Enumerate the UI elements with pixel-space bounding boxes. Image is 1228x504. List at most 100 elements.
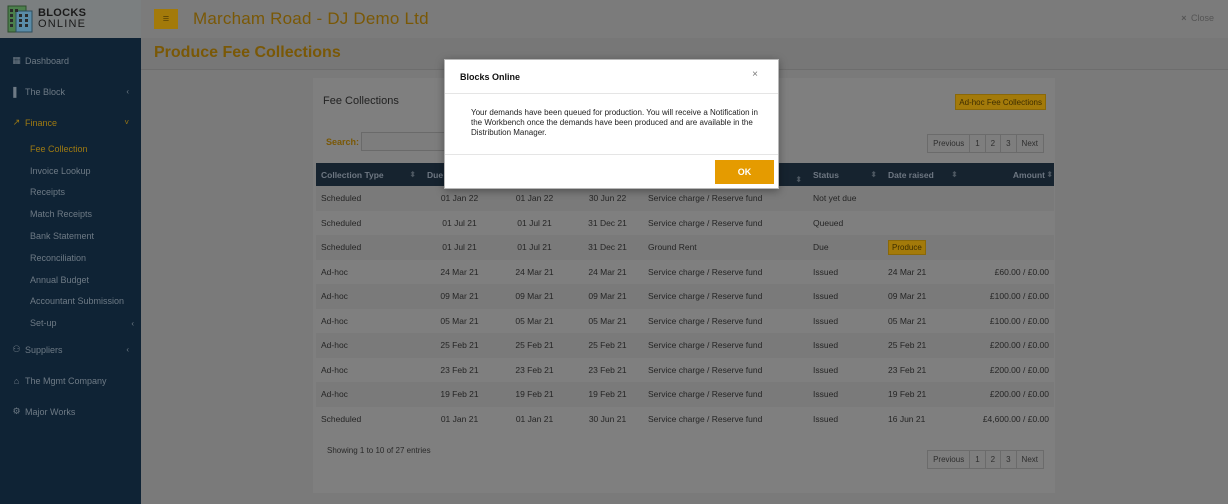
subnav-item-annual-budget[interactable]: Annual Budget <box>0 269 141 291</box>
sidebar-item-major-works[interactable]: ⚙ Major Works <box>0 396 141 427</box>
sort-icon: ⬍ <box>951 169 958 179</box>
cell-collection-type: Scheduled <box>316 235 422 260</box>
cell-date-raised: Produce <box>883 235 963 260</box>
sidebar-nav: ▦ Dashboard ▌ The Block ‹ ↗ Finance ˅ Fe… <box>0 38 141 427</box>
sidebar: BLOCKS ONLINE ▦ Dashboard ▌ The Block ‹ … <box>0 0 141 504</box>
sort-icon: ⬍ <box>795 174 802 184</box>
cell-period-start: 19 Feb 21 <box>497 382 572 407</box>
building-icon: ▌ <box>13 86 20 97</box>
sidebar-item-finance[interactable]: ↗ Finance ˅ <box>0 107 141 138</box>
sidebar-item-the-block[interactable]: ▌ The Block ‹ <box>0 76 141 107</box>
pagination-page-1[interactable]: 1 <box>969 135 984 152</box>
finance-submenu: Fee Collection Invoice Lookup Receipts M… <box>0 138 141 334</box>
search-input[interactable] <box>361 132 451 151</box>
produce-button[interactable]: Produce <box>888 239 926 255</box>
chevron-down-icon: ˅ <box>124 118 129 127</box>
cell-date-raised: 16 Jun 21 <box>883 406 963 431</box>
cell-amount <box>963 210 1054 235</box>
cell-period-start: 25 Feb 21 <box>497 333 572 358</box>
cell-status: Issued <box>808 284 883 309</box>
column-header-date-raised[interactable]: Date raised ⬍ <box>883 163 963 186</box>
cell-collection-type: Scheduled <box>316 406 422 431</box>
column-header-collection-type[interactable]: Collection Type ⬍ <box>316 163 422 186</box>
subnav-item-accountant-submission[interactable]: Accountant Submission <box>0 291 141 313</box>
pagination-next[interactable]: Next <box>1015 135 1043 152</box>
bank-icon: ⌂ <box>13 375 20 386</box>
dialog-close-icon[interactable]: × <box>752 69 758 80</box>
cell-due: 01 Jul 21 <box>422 210 497 235</box>
cell-collection-type: Scheduled <box>316 186 422 211</box>
table-row[interactable]: Scheduled 01 Jan 21 01 Jan 21 30 Jun 21 … <box>316 406 1054 431</box>
cell-amount: £200.00 / £0.00 <box>963 382 1054 407</box>
subnav-item-fee-collection[interactable]: Fee Collection <box>0 138 141 160</box>
subnav-item-receipts[interactable]: Receipts <box>0 182 141 204</box>
pagination-page-1[interactable]: 1 <box>969 451 984 468</box>
top-bar: ≡ Marcham Road - DJ Demo Ltd × Close <box>141 0 1228 38</box>
ok-button[interactable]: OK <box>715 160 774 184</box>
cell-collection-type: Ad-hoc <box>316 308 422 333</box>
pagination-previous[interactable]: Previous <box>928 135 969 152</box>
pagination-previous[interactable]: Previous <box>928 451 969 468</box>
table-row[interactable]: Ad-hoc 23 Feb 21 23 Feb 21 23 Feb 21 Ser… <box>316 357 1054 382</box>
subnav-item-bank-statement[interactable]: Bank Statement <box>0 225 141 247</box>
dialog-header: Blocks Online × <box>445 60 778 94</box>
sidebar-item-mgmt-company[interactable]: ⌂ The Mgmt Company <box>0 365 141 396</box>
close-link[interactable]: × Close <box>1181 13 1214 23</box>
cell-period-end: 30 Jun 21 <box>572 406 643 431</box>
cell-due: 01 Jan 22 <box>422 186 497 211</box>
pagination-page-2[interactable]: 2 <box>984 135 1000 152</box>
menu-toggle-button[interactable]: ≡ <box>154 9 178 29</box>
subnav-item-set-up[interactable]: Set-up ‹ <box>0 312 141 334</box>
brand-logo-area[interactable]: BLOCKS ONLINE <box>0 0 141 38</box>
pagination-page-2[interactable]: 2 <box>984 451 1000 468</box>
subnav-item-invoice-lookup[interactable]: Invoice Lookup <box>0 160 141 182</box>
dialog-message: Your demands have been queued for produc… <box>471 108 759 137</box>
table-row[interactable]: Ad-hoc 19 Feb 21 19 Feb 21 19 Feb 21 Ser… <box>316 382 1054 407</box>
cell-date-raised: 19 Feb 21 <box>883 382 963 407</box>
column-header-amount[interactable]: Amount ⬍ <box>963 163 1054 186</box>
sidebar-item-suppliers[interactable]: ⚇ Suppliers ‹ <box>0 334 141 365</box>
cell-status: Issued <box>808 308 883 333</box>
subnav-item-reconciliation[interactable]: Reconciliation <box>0 247 141 269</box>
cell-period-end: 09 Mar 21 <box>572 284 643 309</box>
cell-period-end: 05 Mar 21 <box>572 308 643 333</box>
table-row[interactable]: Ad-hoc 09 Mar 21 09 Mar 21 09 Mar 21 Ser… <box>316 284 1054 309</box>
subnav-item-label: Set-up <box>30 318 57 329</box>
close-label: Close <box>1190 13 1214 23</box>
cell-period-start: 01 Jul 21 <box>497 210 572 235</box>
sidebar-item-label: Major Works <box>25 406 76 417</box>
sort-icon: ⬍ <box>1046 169 1053 179</box>
column-header-status[interactable]: Status ⬍ <box>808 163 883 186</box>
table-row[interactable]: Ad-hoc 05 Mar 21 05 Mar 21 05 Mar 21 Ser… <box>316 308 1054 333</box>
users-icon: ⚇ <box>12 344 21 355</box>
cell-period-start: 01 Jan 22 <box>497 186 572 211</box>
pagination-next[interactable]: Next <box>1015 451 1043 468</box>
cell-description: Service charge / Reserve fund <box>643 284 808 309</box>
cell-description: Service charge / Reserve fund <box>643 382 808 407</box>
cell-amount: £4,600.00 / £0.00 <box>963 406 1054 431</box>
cell-collection-type: Ad-hoc <box>316 357 422 382</box>
sidebar-item-dashboard[interactable]: ▦ Dashboard <box>0 45 141 76</box>
cell-status: Due <box>808 235 883 260</box>
cell-date-raised <box>883 210 963 235</box>
cell-collection-type: Ad-hoc <box>316 333 422 358</box>
search-label: Search: <box>326 137 360 147</box>
table-row[interactable]: Scheduled 01 Jan 22 01 Jan 22 30 Jun 22 … <box>316 186 1054 211</box>
cell-due: 23 Feb 21 <box>422 357 497 382</box>
cell-period-start: 23 Feb 21 <box>497 357 572 382</box>
dialog-footer-divider <box>445 154 778 155</box>
cell-description: Service charge / Reserve fund <box>643 210 808 235</box>
cell-status: Issued <box>808 333 883 358</box>
adhoc-fee-collections-button[interactable]: Ad-hoc Fee Collections <box>955 94 1046 110</box>
table-row[interactable]: Ad-hoc 25 Feb 21 25 Feb 21 25 Feb 21 Ser… <box>316 333 1054 358</box>
cell-date-raised: 23 Feb 21 <box>883 357 963 382</box>
sidebar-item-label: Dashboard <box>25 55 70 66</box>
table-row[interactable]: Ad-hoc 24 Mar 21 24 Mar 21 24 Mar 21 Ser… <box>316 259 1054 284</box>
table-row[interactable]: Scheduled 01 Jul 21 01 Jul 21 31 Dec 21 … <box>316 210 1054 235</box>
cell-collection-type: Ad-hoc <box>316 382 422 407</box>
pagination-page-3[interactable]: 3 <box>1000 451 1015 468</box>
cell-date-raised: 25 Feb 21 <box>883 333 963 358</box>
table-row[interactable]: Scheduled 01 Jul 21 01 Jul 21 31 Dec 21 … <box>316 235 1054 260</box>
subnav-item-match-receipts[interactable]: Match Receipts <box>0 203 141 225</box>
pagination-page-3[interactable]: 3 <box>1000 135 1015 152</box>
